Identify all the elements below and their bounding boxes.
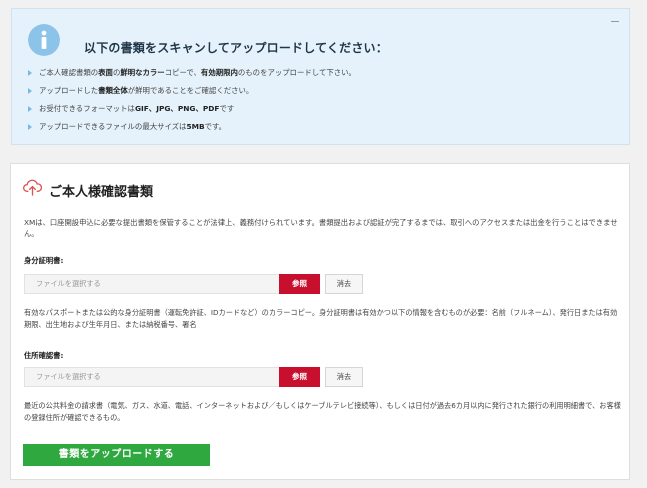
documents-panel: ご本人様確認書類 XMは、口座開設申込に必要な提出書類を保管することが法律上、義… bbox=[10, 163, 630, 480]
info-item-text: です bbox=[219, 104, 235, 113]
address-proof-clear-button[interactable]: 消去 bbox=[325, 367, 363, 387]
info-item-emphasis: 書類全体 bbox=[98, 86, 128, 95]
id-proof-clear-button[interactable]: 消去 bbox=[325, 274, 363, 294]
info-item-emphasis: 5MB bbox=[186, 122, 205, 131]
info-item: ご本人確認書類の表面の鮮明なカラーコピーで、有効期限内のものをアップロードして下… bbox=[26, 66, 356, 84]
info-item-text: アップロードできるファイルの最大サイズは bbox=[39, 122, 187, 131]
info-title: 以下の書類をスキャンしてアップロードしてください： bbox=[84, 41, 388, 55]
id-proof-label: 身分証明書: bbox=[24, 256, 64, 265]
upload-documents-button[interactable]: 書類をアップロードする bbox=[23, 444, 210, 466]
info-item: お受付できるフォーマットはGIF、JPG、PNG、PDFです bbox=[26, 102, 356, 120]
cloud-upload-icon bbox=[23, 179, 42, 196]
info-item-text: です。 bbox=[204, 122, 227, 131]
info-panel: 以下の書類をスキャンしてアップロードしてください： ご本人確認書類の表面の鮮明な… bbox=[11, 8, 630, 145]
info-item-emphasis: 鮮明なカラー bbox=[120, 68, 165, 77]
info-list: ご本人確認書類の表面の鮮明なカラーコピーで、有効期限内のものをアップロードして下… bbox=[26, 66, 356, 138]
documents-intro: XMは、口座開設申込に必要な提出書類を保管することが法律上、義務付けられています… bbox=[24, 218, 618, 238]
info-item-text: のものをアップロードして下さい。 bbox=[237, 68, 356, 77]
documents-title: ご本人様確認書類 bbox=[49, 185, 154, 200]
info-item-emphasis: 有効期限内 bbox=[200, 68, 238, 77]
info-item-emphasis: 表面 bbox=[98, 68, 113, 77]
info-item: アップロードできるファイルの最大サイズは5MBです。 bbox=[26, 120, 356, 138]
address-proof-browse-button[interactable]: 参照 bbox=[279, 367, 320, 387]
info-icon bbox=[28, 24, 60, 56]
info-item-text: アップロードした bbox=[39, 86, 99, 95]
address-proof-description: 最近の公共料金の請求書（電気、ガス、水道、電話、インターネットおよび／もしくはケ… bbox=[24, 401, 621, 422]
info-item-text: コピーで、 bbox=[164, 68, 201, 77]
id-proof-file-input[interactable]: ファイルを選択する bbox=[24, 274, 280, 294]
address-proof-file-input[interactable]: ファイルを選択する bbox=[24, 367, 280, 387]
info-item-text: お受付できるフォーマットは bbox=[39, 104, 135, 113]
id-proof-description: 有効なパスポートまたは公的な身分証明書（運転免許証、IDカードなど）のカラーコピ… bbox=[24, 308, 618, 329]
info-item-text: が鮮明であることをご確認ください。 bbox=[127, 86, 254, 95]
info-item-text: ご本人確認書類の bbox=[39, 68, 99, 77]
id-proof-browse-button[interactable]: 参照 bbox=[279, 274, 320, 294]
info-item: アップロードした書類全体が鮮明であることをご確認ください。 bbox=[26, 84, 356, 102]
address-proof-label: 住所確認書: bbox=[24, 351, 64, 360]
info-item-emphasis: GIF、JPG、PNG、PDF bbox=[134, 104, 220, 113]
collapse-icon[interactable] bbox=[610, 15, 620, 25]
